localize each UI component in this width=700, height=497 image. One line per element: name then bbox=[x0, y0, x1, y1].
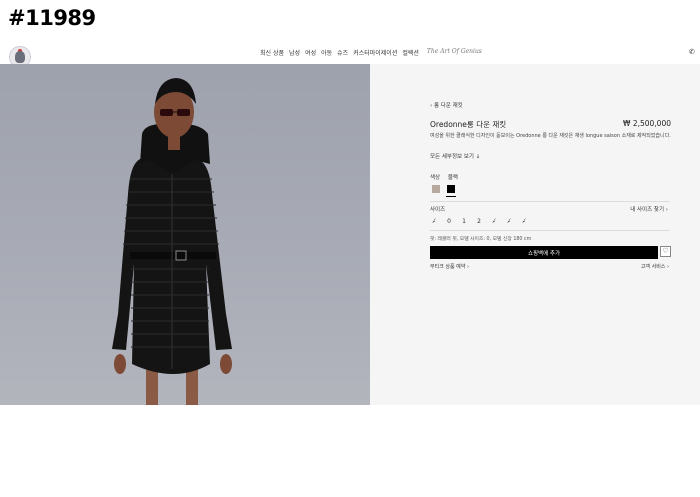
details-link[interactable]: 모든 세부정보 보기 ↓ bbox=[430, 152, 480, 160]
product-price: ₩ 2,500,000 bbox=[623, 119, 671, 128]
nav-item-shoes[interactable]: 슈즈 bbox=[337, 48, 348, 57]
nav-item-customization[interactable]: 커스터마이제이션 bbox=[353, 48, 397, 57]
size-option-1[interactable]: 1 bbox=[460, 218, 468, 225]
model-wearing-coat bbox=[112, 78, 232, 405]
fit-note: 핏: 레귤러 핏, 모델 사이즈: 0, 모델 신장 180 cm bbox=[430, 237, 532, 242]
brand-tagline[interactable]: The Art Of Genius bbox=[427, 48, 482, 57]
nav-item-men[interactable]: 남성 bbox=[289, 48, 300, 57]
size-option-00[interactable]: ⁄ bbox=[430, 218, 438, 225]
main-nav: 최신 상품 남성 여성 아동 슈즈 커스터마이제이션 컬렉션 The Art O… bbox=[260, 48, 482, 57]
selected-swatch-indicator bbox=[446, 196, 456, 197]
divider bbox=[430, 201, 670, 202]
customer-service-link[interactable]: 고객 서비스 › bbox=[641, 263, 669, 270]
product-photo bbox=[0, 64, 370, 405]
swatch-black[interactable] bbox=[447, 185, 455, 193]
size-option-5[interactable]: ⁄ bbox=[520, 218, 528, 225]
nav-item-kids[interactable]: 아동 bbox=[321, 48, 332, 57]
product-info-panel bbox=[370, 64, 700, 405]
product-description: 여성을 위한 클래식한 디자인이 돋보이는 Oredonne 롱 다운 재킷은 … bbox=[430, 133, 671, 139]
size-label: 사이즈 bbox=[430, 207, 446, 213]
size-option-0[interactable]: 0 bbox=[445, 218, 453, 225]
size-options: ⁄ 0 1 2 ⁄ ⁄ ⁄ bbox=[430, 218, 528, 225]
store-reservation-link[interactable]: 부티크 상품 예약 › bbox=[430, 263, 469, 270]
nav-item-collection[interactable]: 컬렉션 bbox=[402, 48, 419, 57]
listing-tag: #11989 bbox=[8, 6, 96, 30]
phone-icon[interactable]: ✆ bbox=[689, 48, 695, 56]
size-guide-link[interactable]: 내 사이즈 찾기 › bbox=[630, 205, 668, 213]
nav-item-new[interactable]: 최신 상품 bbox=[260, 48, 284, 57]
nav-item-women[interactable]: 여성 bbox=[305, 48, 316, 57]
back-link[interactable]: ‹ 롱 다운 재킷 bbox=[430, 101, 463, 109]
color-label: 색상 블랙 bbox=[430, 173, 458, 181]
divider bbox=[430, 230, 670, 231]
add-to-cart-button[interactable]: 쇼핑백에 추가 bbox=[430, 246, 658, 259]
size-option-3[interactable]: ⁄ bbox=[490, 218, 498, 225]
heart-icon[interactable]: ♡ bbox=[660, 246, 671, 257]
swatch-beige[interactable] bbox=[432, 185, 440, 193]
product-title: Oredonne롱 다운 재킷 bbox=[430, 120, 507, 129]
color-label-text: 색상 bbox=[430, 175, 441, 181]
size-option-4[interactable]: ⁄ bbox=[505, 218, 513, 225]
size-option-2[interactable]: 2 bbox=[475, 218, 483, 225]
color-value: 블랙 bbox=[447, 175, 458, 181]
